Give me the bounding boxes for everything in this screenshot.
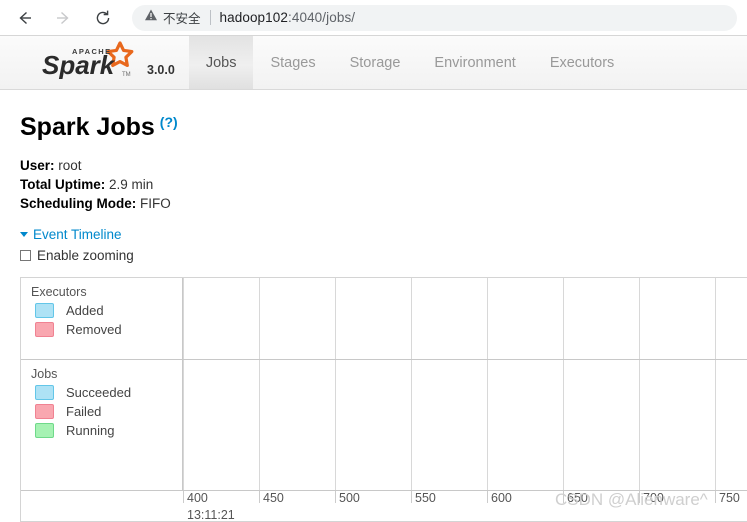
legend-label-removed: Removed: [66, 322, 122, 337]
enable-zooming-checkbox[interactable]: [20, 250, 31, 261]
summary-user: User: root: [20, 156, 747, 175]
swatch-failed-icon: [35, 404, 54, 419]
timeline-axis: 400 450 500 550 600 650 700 750 13:11:21: [183, 491, 747, 522]
axis-tick-label: 450: [263, 491, 284, 505]
event-timeline-widget[interactable]: Executors Added Removed Jobs Succeeded F…: [20, 277, 747, 522]
swatch-added-icon: [35, 303, 54, 318]
url-text[interactable]: hadoop102:4040/jobs/: [220, 10, 356, 25]
legend-item-failed: Failed: [21, 402, 183, 421]
axis-tick-label: 600: [491, 491, 512, 505]
legend-group-executors: Executors Added Removed: [21, 278, 183, 339]
spark-navbar: APACHE Spark TM 3.0.0 Jobs Stages Storag…: [0, 36, 747, 90]
event-timeline-toggle[interactable]: Event Timeline: [0, 213, 747, 242]
job-summary: User: root Total Uptime: 2.9 min Schedul…: [0, 142, 747, 213]
legend-label-running: Running: [66, 423, 115, 438]
gridline: [259, 278, 260, 490]
gridline: [335, 278, 336, 490]
help-link[interactable]: (?): [160, 114, 178, 130]
security-label: 不安全: [163, 12, 201, 26]
legend-group-title: Executors: [31, 285, 87, 299]
svg-text:TM: TM: [122, 72, 131, 78]
summary-scheduling-mode: Scheduling Mode: FIFO: [20, 194, 747, 213]
swatch-running-icon: [35, 423, 54, 438]
tab-stages[interactable]: Stages: [253, 36, 332, 89]
gridline: [411, 278, 412, 490]
gridline: [563, 278, 564, 490]
timeline-gridlines: [183, 278, 747, 490]
axis-tick-label: 650: [567, 491, 588, 505]
spark-brand-logo[interactable]: APACHE Spark TM 3.0.0: [0, 41, 175, 89]
legend-label-failed: Failed: [66, 404, 102, 419]
address-bar[interactable]: 不安全 hadoop102:4040/jobs/: [132, 4, 737, 31]
legend-item-running: Running: [21, 421, 183, 440]
security-status[interactable]: 不安全: [144, 8, 201, 27]
svg-text:Spark: Spark: [42, 50, 116, 79]
page-title-text: Spark Jobs: [20, 113, 155, 141]
summary-scheduling-value: FIFO: [140, 196, 171, 211]
url-host: hadoop102: [219, 10, 288, 25]
forward-button: [46, 1, 80, 35]
tab-executors[interactable]: Executors: [533, 36, 631, 89]
summary-uptime: Total Uptime: 2.9 min: [20, 175, 747, 194]
axis-tick-label: 500: [339, 491, 360, 505]
axis-tick-label: 550: [415, 491, 436, 505]
chevron-down-icon: [20, 232, 28, 237]
axis-tick-label: 400: [187, 491, 208, 505]
axis-start-time: 13:11:21: [187, 508, 235, 522]
swatch-succeeded-icon: [35, 385, 54, 400]
summary-user-value: root: [58, 158, 82, 173]
enable-zooming-label: Enable zooming: [37, 248, 134, 263]
url-path: :4040/jobs/: [288, 10, 356, 25]
legend-item-succeeded: Succeeded: [21, 383, 183, 402]
browser-toolbar: 不安全 hadoop102:4040/jobs/: [0, 0, 747, 36]
summary-uptime-value: 2.9 min: [109, 177, 154, 192]
enable-zooming-control[interactable]: Enable zooming: [0, 242, 747, 263]
reload-button[interactable]: [86, 1, 120, 35]
gridline: [715, 278, 716, 490]
legend-label-added: Added: [66, 303, 104, 318]
reload-icon: [93, 8, 113, 28]
spark-version-label: 3.0.0: [147, 63, 175, 77]
warning-triangle-icon: [144, 8, 158, 27]
axis-tick-label: 750: [719, 491, 740, 505]
gridline: [639, 278, 640, 490]
summary-uptime-key: Total Uptime:: [20, 177, 106, 192]
tab-jobs[interactable]: Jobs: [188, 36, 254, 89]
back-button[interactable]: [8, 1, 42, 35]
tab-storage[interactable]: Storage: [333, 36, 418, 89]
legend-group-jobs: Jobs Succeeded Failed Running: [21, 360, 183, 440]
omnibox-separator: [209, 10, 211, 25]
summary-scheduling-key: Scheduling Mode:: [20, 196, 137, 211]
gridline: [487, 278, 488, 490]
swatch-removed-icon: [35, 322, 54, 337]
arrow-right-icon: [53, 8, 73, 28]
spark-logo-icon: APACHE Spark TM: [36, 41, 140, 79]
tab-environment[interactable]: Environment: [417, 36, 532, 89]
event-timeline-label: Event Timeline: [33, 227, 122, 242]
arrow-left-icon: [15, 8, 35, 28]
gridline: [183, 278, 184, 490]
summary-user-key: User:: [20, 158, 55, 173]
legend-label-succeeded: Succeeded: [66, 385, 132, 400]
axis-tick-label: 700: [643, 491, 664, 505]
legend-item-added: Added: [21, 301, 183, 320]
navbar-tabs: Jobs Stages Storage Environment Executor…: [188, 36, 631, 89]
page-title: Spark Jobs (?): [0, 91, 747, 142]
legend-group-title: Jobs: [31, 367, 58, 381]
legend-item-removed: Removed: [21, 320, 183, 339]
page-body: Spark Jobs (?) User: root Total Uptime: …: [0, 91, 747, 263]
